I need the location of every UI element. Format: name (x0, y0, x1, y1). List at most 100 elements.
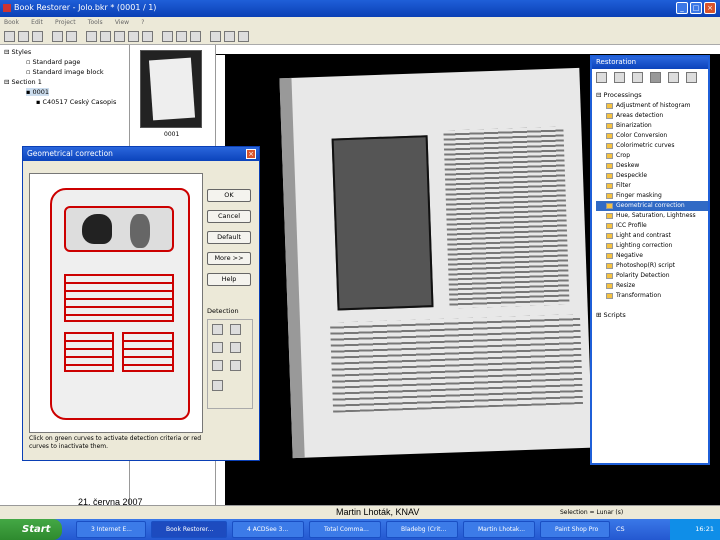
processing-item[interactable]: Light and contrast (596, 231, 708, 241)
processing-item[interactable]: Areas detection (596, 111, 708, 121)
text-block-outline-1 (64, 274, 174, 322)
help-button[interactable]: Help (207, 273, 251, 286)
processing-item[interactable]: Crop (596, 151, 708, 161)
tree-item-standard-page[interactable]: ▫ Standard page (26, 58, 80, 66)
detect-rounded-icon[interactable] (212, 360, 223, 371)
detect-lines-icon[interactable] (212, 342, 223, 353)
detect-columns-icon[interactable] (230, 324, 241, 335)
scripts-label: Scripts (603, 311, 626, 319)
processing-item[interactable]: Finger masking (596, 191, 708, 201)
processings-root[interactable]: ⊟ Processings (596, 91, 642, 99)
detect-blocks-icon[interactable] (230, 342, 241, 353)
processing-item[interactable]: Binarization (596, 121, 708, 131)
start-button[interactable]: Start (0, 519, 62, 540)
processing-item[interactable]: Resize (596, 281, 708, 291)
menu-book[interactable]: Book (4, 19, 19, 26)
page-preview[interactable] (29, 173, 203, 433)
processing-label: Transformation (616, 292, 662, 299)
page-right-icon[interactable] (142, 31, 153, 42)
grid-icon[interactable] (238, 31, 249, 42)
dialog-close-button[interactable]: × (246, 149, 256, 159)
tree-item-0001[interactable]: ▪ 0001 (26, 88, 50, 96)
thumbnail-label: 0001 (164, 131, 180, 138)
menu-edit[interactable]: Edit (31, 19, 43, 26)
restoration-tool-3-icon[interactable] (632, 72, 643, 83)
processing-icon (606, 293, 613, 299)
undo-icon[interactable] (52, 31, 63, 42)
detect-layout-icon[interactable] (212, 324, 223, 335)
select-icon[interactable] (162, 31, 173, 42)
tree-label: Styles (11, 48, 32, 56)
menu-project[interactable]: Project (55, 19, 76, 26)
ok-button[interactable]: OK (207, 189, 251, 202)
horse-figure-icon (82, 214, 112, 244)
processing-item[interactable]: Photoshop(R) script (596, 261, 708, 271)
tree-item-standard-image-block[interactable]: ▫ Standard image block (26, 68, 104, 76)
task-button-active[interactable]: Book Restorer... (151, 521, 227, 538)
default-button[interactable]: Default (207, 231, 251, 244)
processing-item[interactable]: Polarity Detection (596, 271, 708, 281)
processing-item[interactable]: Filter (596, 181, 708, 191)
tree-item-section-1[interactable]: ⊟ Section 1 (4, 78, 42, 86)
zoom-icon[interactable] (176, 31, 187, 42)
task-button[interactable]: Martin Lhotak... (463, 521, 535, 538)
window-titlebar: Book Restorer - Jolo.bkr * (0001 / 1) _ … (0, 0, 720, 17)
detect-frame-icon[interactable] (230, 360, 241, 371)
tree-label: Standard image block (32, 68, 104, 76)
task-button[interactable]: 3 Internet E... (76, 521, 146, 538)
cut-icon[interactable] (86, 31, 97, 42)
restoration-tool-5-icon[interactable] (668, 72, 679, 83)
paste-icon[interactable] (114, 31, 125, 42)
processing-icon (606, 153, 613, 159)
task-button[interactable]: Bladebg (Crit... (386, 521, 458, 538)
processing-item[interactable]: Adjustment of histogram (596, 101, 708, 111)
tree-item-styles[interactable]: ⊟ Styles (4, 48, 31, 56)
restoration-tool-2-icon[interactable] (614, 72, 625, 83)
processing-item[interactable]: Despeckle (596, 171, 708, 181)
menu-bar: Book Edit Project Tools View ? (0, 17, 720, 29)
processing-item[interactable]: Hue, Saturation, Lightness (596, 211, 708, 221)
processing-item[interactable]: Color Conversion (596, 131, 708, 141)
processing-label: Polarity Detection (616, 272, 670, 279)
close-button[interactable]: × (704, 2, 716, 14)
minimize-button[interactable]: _ (676, 2, 688, 14)
processing-item[interactable]: Negative (596, 251, 708, 261)
menu-tools[interactable]: Tools (88, 19, 103, 26)
dialog-hint: Click on green curves to activate detect… (29, 435, 202, 450)
processing-label: Photoshop(R) script (616, 262, 676, 269)
processing-item[interactable]: Lighting correction (596, 241, 708, 251)
task-button[interactable]: Paint Shop Pro (540, 521, 610, 538)
lamp-icon[interactable] (224, 31, 235, 42)
new-icon[interactable] (4, 31, 15, 42)
task-button[interactable]: 4 ACDSee 3... (232, 521, 304, 538)
page-thumbnail[interactable] (140, 50, 202, 128)
processing-item[interactable]: Deskew (596, 161, 708, 171)
open-icon[interactable] (18, 31, 29, 42)
copy-icon[interactable] (100, 31, 111, 42)
processing-item[interactable]: Colorimetric curves (596, 141, 708, 151)
maximize-button[interactable]: □ (690, 2, 702, 14)
clock: 16:21 (695, 525, 714, 533)
cancel-button[interactable]: Cancel (207, 210, 251, 223)
detect-text-icon[interactable] (212, 380, 223, 391)
tree-item-c40517[interactable]: ▪ C40517 Ceský Casopis (36, 98, 116, 106)
processing-label: ICC Profile (616, 222, 647, 229)
menu-view[interactable]: View (115, 19, 129, 26)
language-indicator[interactable]: CS (616, 525, 625, 533)
processing-item[interactable]: Transformation (596, 291, 708, 301)
processing-item[interactable]: ICC Profile (596, 221, 708, 231)
hand-icon[interactable] (190, 31, 201, 42)
page-left-icon[interactable] (128, 31, 139, 42)
menu-help[interactable]: ? (141, 19, 144, 26)
processing-item-selected[interactable]: Geometrical correction (596, 201, 708, 211)
restoration-tool-6-icon[interactable] (686, 72, 697, 83)
brush-icon[interactable] (210, 31, 221, 42)
scripts-node[interactable]: ⊞ Scripts (596, 311, 626, 319)
more-button[interactable]: More >> (207, 252, 251, 265)
task-button[interactable]: Total Comma... (309, 521, 381, 538)
horizontal-ruler (216, 45, 720, 55)
save-icon[interactable] (32, 31, 43, 42)
redo-icon[interactable] (66, 31, 77, 42)
restoration-tool-1-icon[interactable] (596, 72, 607, 83)
restoration-tool-4-icon[interactable] (650, 72, 661, 83)
